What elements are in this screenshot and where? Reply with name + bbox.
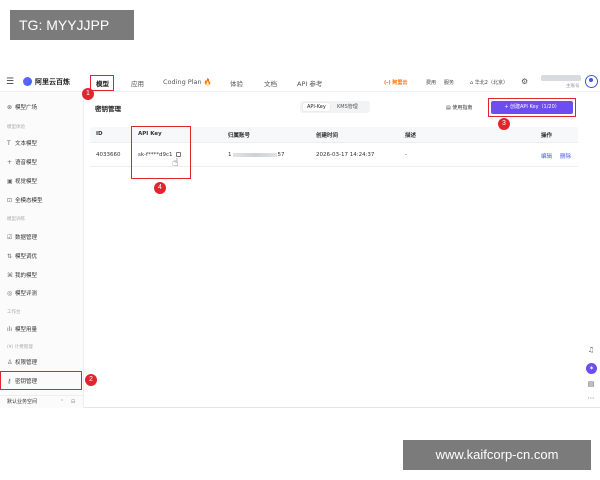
console-window: ☰ 阿里云百炼 模型 应用 Coding Plan 🔥 体验 文档 API 参考… (0, 72, 600, 408)
region-selector[interactable]: ⌂ 华北2（北京） (470, 79, 508, 86)
usage-guide-link[interactable]: ▤ 使用指南 (446, 104, 472, 111)
delete-link[interactable]: 删除 (560, 152, 571, 160)
sidebar-item-permission-management[interactable]: ♙ 权限管理 (7, 358, 37, 366)
sidebar-item-label: 我的模型 (15, 273, 38, 279)
sidebar-group-training: 模型训练 (7, 217, 25, 222)
sidebar-item-text-model[interactable]: T 文本模型 (7, 139, 37, 147)
annotation-number: 2 (85, 374, 97, 386)
sidebar-group-experience: 模型体验 (7, 125, 25, 130)
workspace-switcher[interactable]: 默认业务空间 ⌃ ⊟ (0, 395, 84, 408)
nav-coding-plan-label: Coding Plan (163, 78, 202, 86)
tuning-icon: ⇅ (7, 253, 13, 260)
document-icon[interactable]: ▤ (585, 380, 597, 388)
nav-api-reference[interactable]: API 参考 (297, 78, 322, 88)
chevron-up-icon: ⌃ (60, 399, 65, 405)
highlight-box-models (90, 75, 114, 91)
database-icon: ☑ (7, 234, 13, 241)
sidebar-item-data-management[interactable]: ☑ 数据管理 (7, 233, 37, 241)
column-header-id: ID (96, 131, 103, 137)
region-label: 华北2（北京） (474, 80, 508, 86)
sidebar-item-label: 模型评测 (15, 291, 38, 297)
sidebar-item-label: 语音模型 (15, 160, 38, 166)
more-icon[interactable]: ⋯ (585, 394, 597, 402)
sidebar-item-model-tuning[interactable]: ⇅ 模型调优 (7, 252, 37, 260)
sidebar-item-voice-model[interactable]: + 语音模型 (7, 158, 37, 166)
nav-apps[interactable]: 应用 (131, 78, 144, 88)
account-name-masked[interactable] (541, 75, 581, 81)
sidebar-item-visual-model[interactable]: ▣ 视觉模型 (7, 177, 37, 185)
column-header-created: 创建时间 (316, 133, 339, 139)
column-header-actions: 操作 (541, 133, 553, 139)
tab-api-key[interactable]: API-Key (303, 103, 330, 111)
headset-icon[interactable]: ♫ (585, 346, 597, 354)
grid-icon: ⊗ (7, 104, 13, 111)
sidebar-item-label: 视觉模型 (15, 179, 38, 185)
sidebar-item-my-models[interactable]: ⌘ 我的模型 (7, 271, 37, 279)
product-logo-text[interactable]: 阿里云百炼 (35, 77, 70, 87)
sidebar-item-label: 文本模型 (15, 141, 38, 147)
highlight-box-create-button (488, 98, 576, 117)
sidebar-item-omni-model[interactable]: ⊡ 全模态模型 (7, 196, 43, 204)
website-watermark-label: www.kaifcorp-cn.com (403, 440, 591, 470)
account-suffix: 57 (277, 152, 285, 158)
avatar[interactable] (585, 75, 598, 88)
service-link[interactable]: 服务 (444, 79, 454, 86)
settings-gear-icon[interactable]: ⚙ (521, 77, 528, 86)
highlight-box-key-management (0, 371, 82, 390)
logo-icon (23, 77, 32, 86)
column-header-description: 描述 (405, 133, 417, 139)
account-prefix: 1 (228, 152, 232, 158)
fire-icon: 🔥 (203, 78, 212, 86)
nav-experience[interactable]: 体验 (230, 78, 243, 88)
cell-id: 4033660 (96, 152, 121, 158)
sidebar-item-label: 权限管理 (15, 360, 38, 366)
masked-account-digits (232, 152, 277, 157)
collapse-sidebar-icon[interactable]: ⊟ (71, 396, 75, 408)
sidebar-item-label: 全模态模型 (15, 198, 43, 204)
annotation-number: 1 (82, 88, 94, 100)
tab-kms[interactable]: KMS管理 (333, 103, 362, 111)
workspace-name: 默认业务空间 (7, 399, 38, 405)
annotation-number: 3 (498, 118, 510, 130)
column-header-account: 归属账号 (228, 133, 251, 139)
nav-docs[interactable]: 文档 (264, 78, 277, 88)
telegram-watermark-label: TG: MYYJJPP (10, 10, 134, 40)
sidebar-item-label: 数据管理 (15, 235, 38, 241)
omni-icon: ⊡ (7, 197, 13, 204)
image-icon: ▣ (7, 178, 13, 185)
sidebar: ⊗ 模型广场 模型体验 T 文本模型 + 语音模型 ▣ 视觉模型 ⊡ 全模态模型 模型训练… (0, 92, 84, 408)
sidebar-item-model-usage[interactable]: ılı 模型用量 (7, 325, 37, 333)
account-type-label: 主账号 (566, 84, 580, 89)
billing-link[interactable]: 费用 (426, 79, 436, 86)
assistant-sparkle-icon[interactable]: ✶ (586, 363, 597, 374)
edit-link[interactable]: 编辑 (541, 152, 552, 160)
voice-icon: + (7, 159, 13, 166)
sidebar-item-label: 模型用量 (15, 327, 38, 333)
sidebar-item-label: 模型调优 (15, 254, 38, 260)
sidebar-group-billing: (¥) 计费管理 (7, 345, 33, 350)
usage-guide-label: 使用指南 (452, 105, 473, 111)
highlight-box-api-key (131, 126, 191, 179)
sidebar-item-model-square[interactable]: ⊗ 模型广场 (7, 103, 37, 111)
key-type-segmented-control: API-Key KMS管理 (300, 101, 370, 113)
menu-icon[interactable]: ☰ (6, 77, 14, 87)
annotation-number: 4 (154, 182, 166, 194)
sidebar-group-workspace: 工作台 (7, 310, 21, 315)
sidebar-item-label: 模型广场 (15, 105, 38, 111)
cell-description: - (405, 152, 407, 158)
user-icon: ♙ (7, 359, 13, 366)
text-icon: T (7, 140, 11, 147)
cube-icon: ⌘ (7, 272, 13, 279)
document-icon: ▤ (446, 105, 451, 111)
sidebar-item-model-evaluation[interactable]: ◎ 模型评测 (7, 289, 37, 297)
page-title: 密钥管理 (95, 105, 121, 113)
aliyun-link[interactable]: (-) 阿里云 (384, 79, 407, 86)
chart-icon: ılı (7, 326, 13, 333)
cell-account: 1 57 (228, 152, 285, 158)
nav-coding-plan[interactable]: Coding Plan 🔥 (163, 78, 212, 86)
evaluation-icon: ◎ (7, 290, 13, 297)
cell-created-time: 2026-03-17 14:24:37 (316, 152, 375, 158)
